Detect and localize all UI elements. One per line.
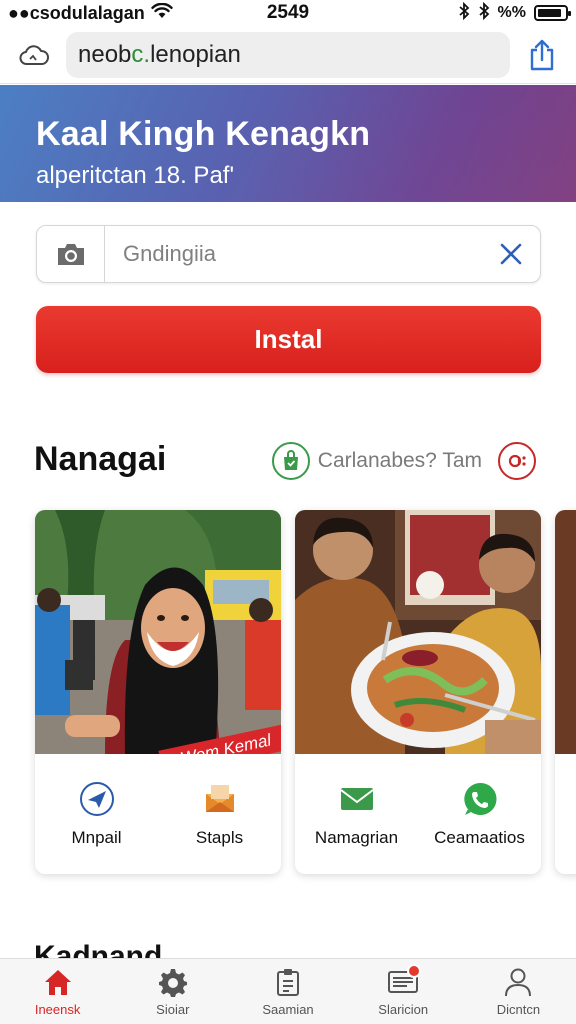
mail-icon [338, 780, 376, 818]
card-actions: Namagrian Ceamaatios [295, 754, 541, 874]
nav-label: Saamian [262, 1002, 314, 1017]
battery-icon [534, 5, 571, 21]
card-action-label: Ceamaatios [434, 828, 525, 847]
install-button[interactable]: Instal [36, 306, 541, 373]
nav-label: Sioiar [156, 1002, 190, 1017]
url-suffix: lenopian [150, 40, 241, 68]
battery-percent: %% [497, 4, 526, 21]
media-card[interactable]: Wem Kemal Mnpail Stapls [35, 510, 281, 874]
gear-icon [157, 966, 189, 998]
status-time: 2549 [266, 2, 310, 23]
send-icon [78, 780, 116, 818]
nav-label: Ineensk [34, 1002, 81, 1017]
media-card-peek[interactable] [555, 510, 576, 874]
card-action-label: Stapls [195, 828, 244, 847]
section-tools-label[interactable]: Carlanabes? Tam [318, 449, 482, 473]
card-action-label: Mnpail [71, 828, 122, 847]
bluetooth-icon-2 [478, 1, 490, 25]
card-action-stapls[interactable]: Stapls [158, 754, 281, 874]
banner-title: Kaal Kingh Kenagkn [36, 115, 371, 153]
nav-label: Dicntcn [496, 1002, 541, 1017]
home-icon [42, 966, 74, 998]
envelope-open-icon [201, 780, 239, 818]
section-tools: Carlanabes? Tam [271, 441, 536, 481]
search-input[interactable] [105, 241, 482, 267]
clipboard-icon [272, 966, 304, 998]
battery-fill [538, 9, 561, 17]
card-action-namagrian[interactable]: Namagrian [295, 754, 418, 874]
site-info-icon[interactable] [14, 35, 54, 75]
phone-chat-icon [461, 780, 499, 818]
card-action-ceamaatios[interactable]: Ceamaatios [418, 754, 541, 874]
nav-item-inbox[interactable]: Slaricion [346, 959, 461, 1024]
inbox-icon [387, 964, 422, 998]
bluetooth-icon [458, 1, 470, 25]
banner-subtitle: alperitctan 18. Paf' [36, 162, 235, 189]
status-right: %% [358, 1, 571, 25]
address-bar[interactable]: neob c. lenopian [66, 31, 510, 78]
url-accent: c. [131, 40, 151, 68]
card-action-mnpail[interactable]: Mnpail [35, 754, 158, 874]
wifi-icon [151, 2, 173, 24]
nav-item-profile[interactable]: Dicntcn [461, 959, 576, 1024]
browser-toolbar: neob c. lenopian [0, 26, 576, 84]
nav-item-home[interactable]: Ineensk [0, 959, 115, 1024]
profile-icon [502, 966, 534, 998]
card-action-label: Namagrian [314, 828, 399, 847]
more-options-icon[interactable] [498, 442, 536, 480]
nav-label: Slaricion [378, 1002, 429, 1017]
status-bar: ●●csodulalagan 2549 %% [0, 0, 576, 26]
nav-item-settings[interactable]: Sioiar [115, 959, 230, 1024]
section-title: Nanagai [34, 440, 167, 478]
close-icon[interactable] [482, 226, 540, 282]
shopping-bag-icon[interactable] [271, 442, 310, 480]
status-left: ●●csodulalagan [8, 2, 218, 24]
share-icon[interactable] [522, 35, 562, 75]
url-prefix: neob [78, 40, 132, 68]
search-bar [36, 225, 541, 283]
carrier-name: ●●csodulalagan [8, 2, 145, 23]
card-actions: Mnpail Stapls [35, 754, 281, 874]
card-photo: Wem Kemal [35, 510, 281, 754]
camera-icon[interactable] [37, 226, 105, 282]
hero-banner: Kaal Kingh Kenagkn alperitctan 18. Paf' [0, 85, 576, 202]
card-photo [295, 510, 541, 754]
card-photo [555, 510, 576, 754]
media-card[interactable]: Namagrian Ceamaatios [295, 510, 541, 874]
nav-item-clipboard[interactable]: Saamian [230, 959, 345, 1024]
bottom-nav: Ineensk Sioiar Saamian Slaricion Dicntcn [0, 958, 576, 1024]
